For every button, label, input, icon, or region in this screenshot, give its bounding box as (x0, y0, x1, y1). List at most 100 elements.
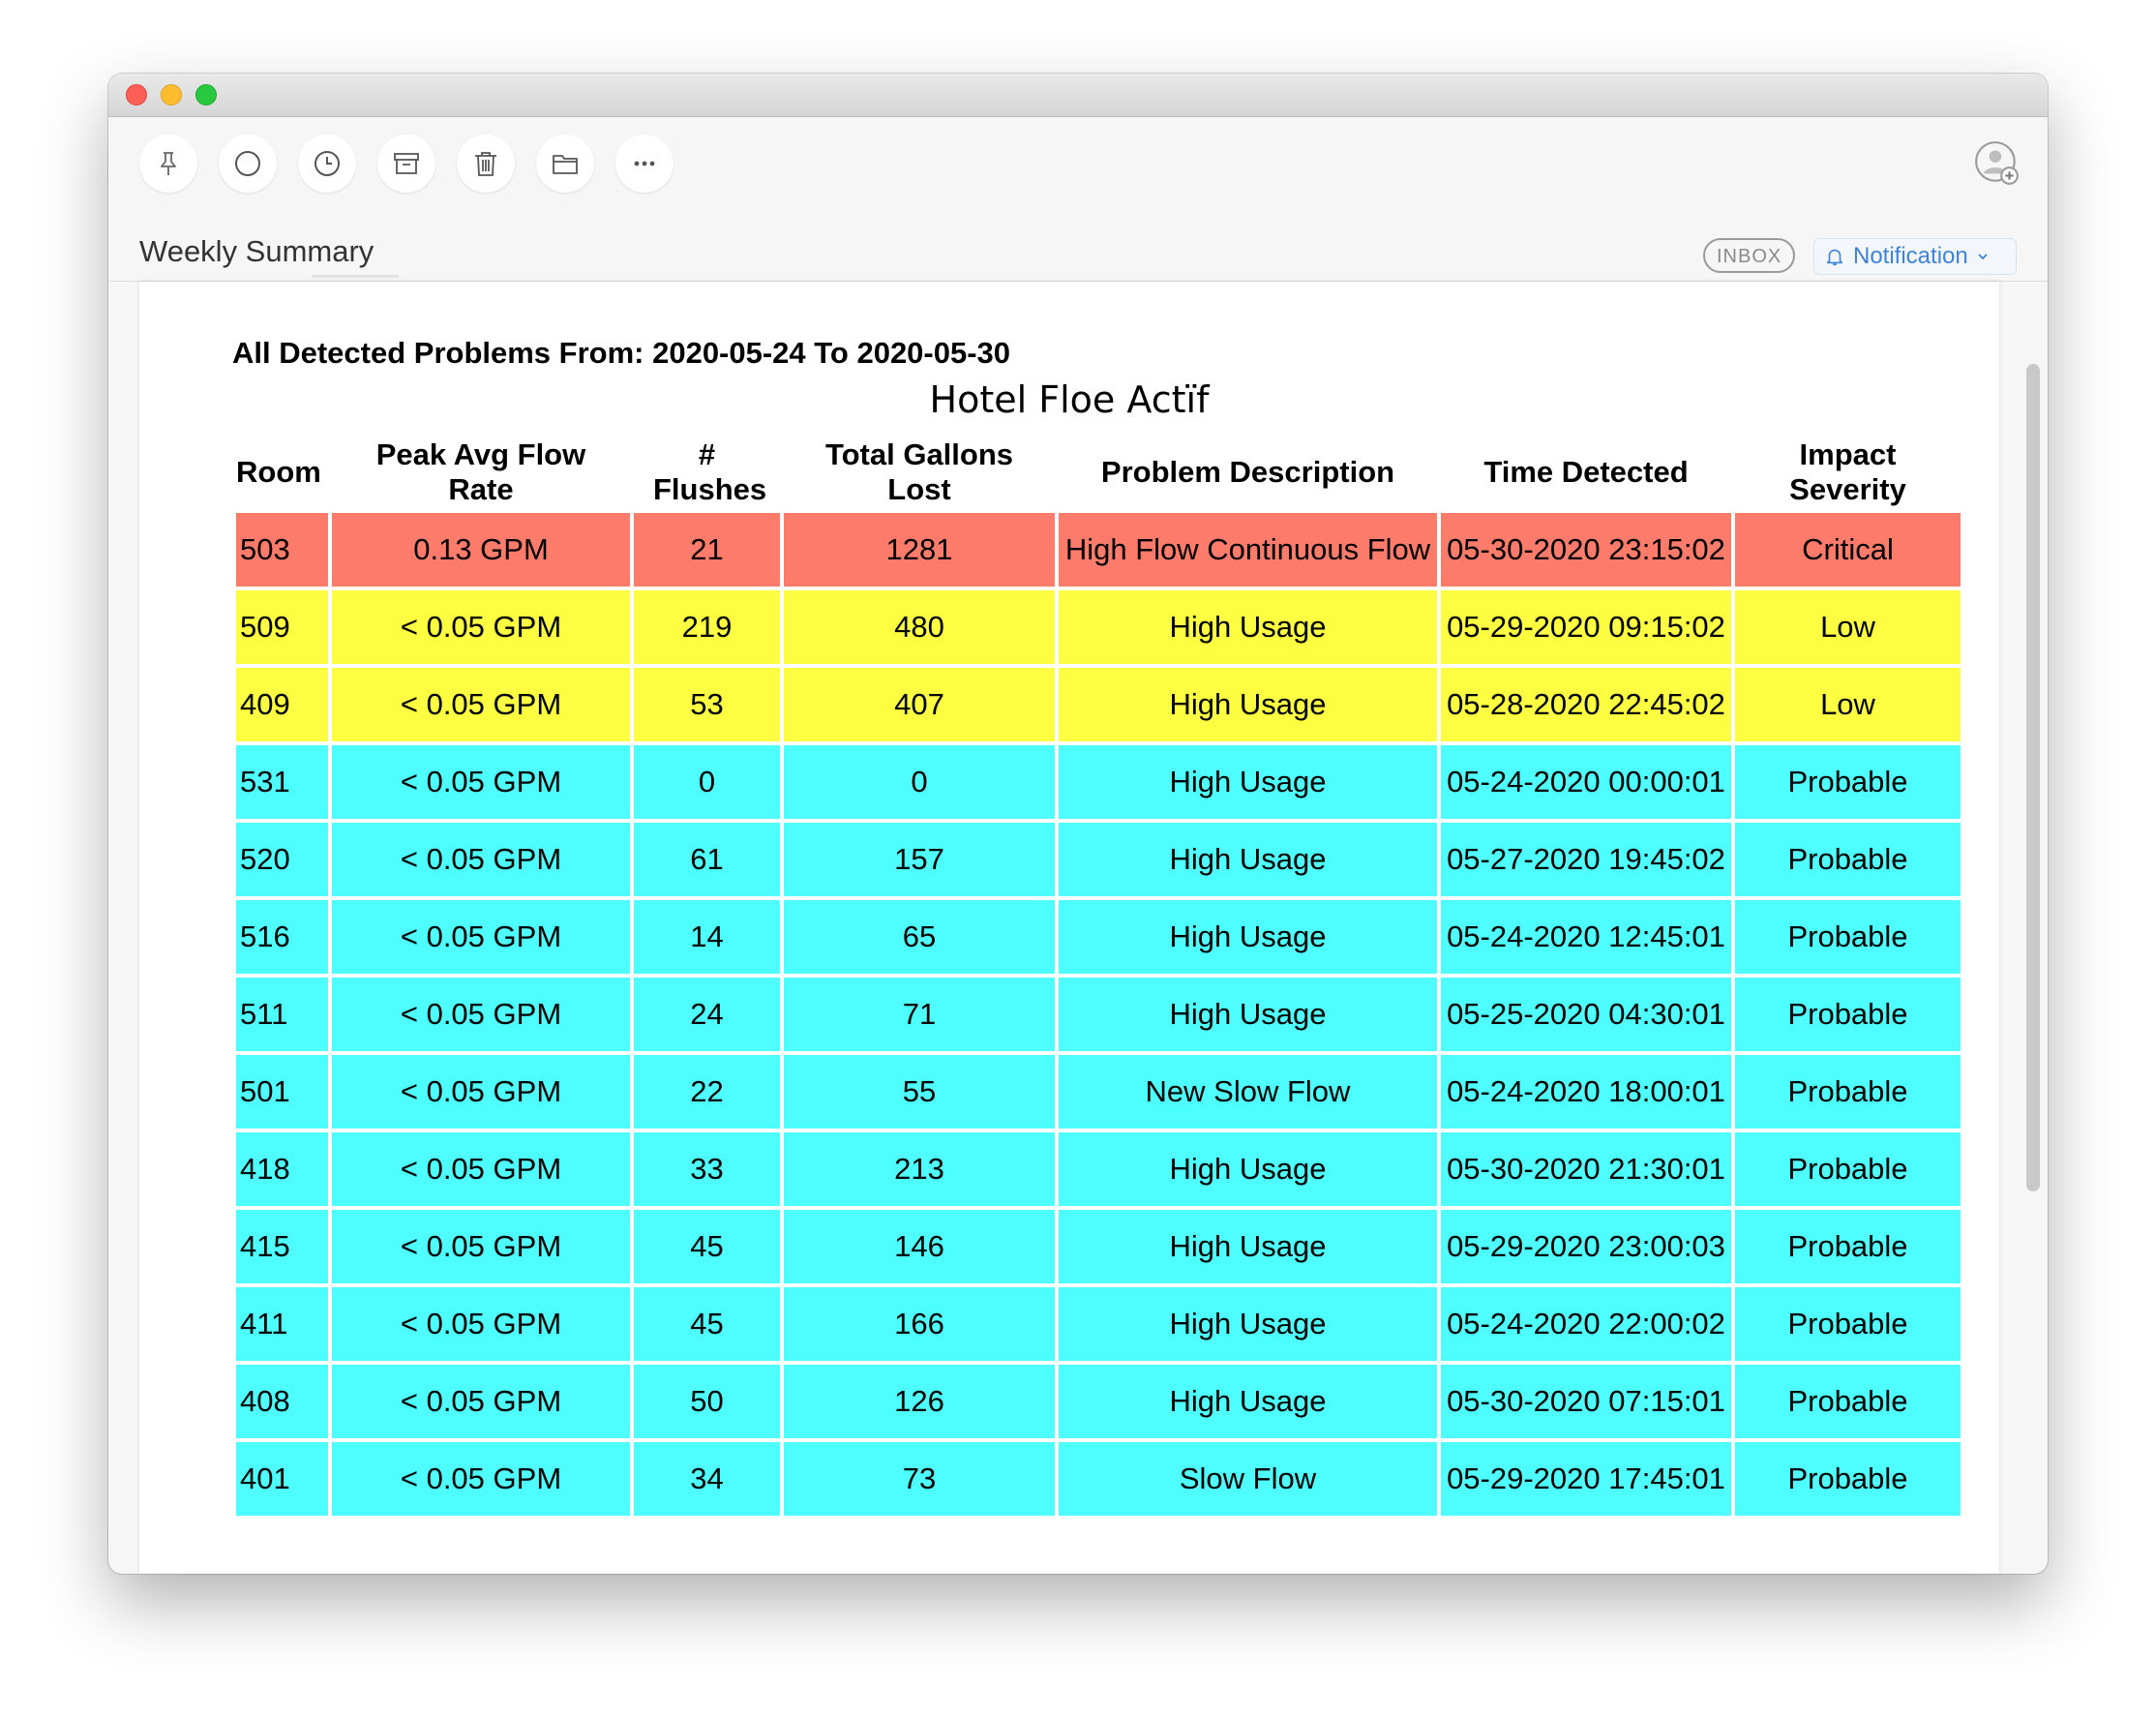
cell-time-detected: 05-29-2020 09:15:02 (1441, 590, 1731, 664)
cell-flushes: 33 (634, 1132, 780, 1206)
cell-flow-rate: < 0.05 GPM (332, 1055, 630, 1129)
minimize-window-button[interactable] (161, 84, 182, 105)
cell-gallons-lost: 65 (784, 900, 1055, 974)
cell-time-detected: 05-29-2020 17:45:01 (1441, 1442, 1731, 1516)
table-row: 531 < 0.05 GPM 0 0 High Usage 05-24-2020 00:0… (236, 745, 1961, 819)
cell-time-detected: 05-29-2020 23:00:03 (1441, 1210, 1731, 1283)
cell-room: 411 (236, 1287, 328, 1361)
report-heading: All Detected Problems From: 2020-05-24 T… (232, 336, 1011, 370)
table-row: 503 0.13 GPM 21 1281 High Flow Continuous Fl… (236, 513, 1961, 587)
cell-gallons-lost: 480 (784, 590, 1055, 664)
cell-problem-description: High Usage (1059, 978, 1437, 1051)
add-contact-icon (1975, 141, 2019, 185)
cell-problem-description: High Flow Continuous Flow (1059, 513, 1437, 587)
cell-time-detected: 05-28-2020 22:45:02 (1441, 668, 1731, 741)
table-row: 418 < 0.05 GPM 33 213 High Usage 05-30-2020 2… (236, 1132, 1961, 1206)
cell-flow-rate: < 0.05 GPM (332, 668, 630, 741)
vertical-scrollbar[interactable] (2026, 364, 2040, 1191)
zoom-window-button[interactable] (195, 84, 217, 105)
cell-problem-description: High Usage (1059, 1365, 1437, 1438)
inbox-badge[interactable]: INBOX (1703, 238, 1796, 273)
title-bar (108, 74, 2048, 117)
cell-gallons-lost: 146 (784, 1210, 1055, 1283)
cell-flushes: 22 (634, 1055, 780, 1129)
cell-impact-severity: Low (1735, 590, 1961, 664)
cell-flushes: 14 (634, 900, 780, 974)
cell-problem-description: High Usage (1059, 1287, 1437, 1361)
pin-button[interactable] (139, 135, 197, 193)
cell-time-detected: 05-24-2020 12:45:01 (1441, 900, 1731, 974)
cell-flow-rate: < 0.05 GPM (332, 1287, 630, 1361)
cell-gallons-lost: 73 (784, 1442, 1055, 1516)
column-header-flushes: # Flushes (653, 437, 767, 506)
trash-icon (475, 152, 496, 176)
cell-flushes: 219 (634, 590, 780, 664)
table-row: 415 < 0.05 GPM 45 146 High Usage 05-29-2020 2… (236, 1210, 1961, 1283)
cell-flow-rate: < 0.05 GPM (332, 1442, 630, 1516)
folder-icon (553, 155, 578, 174)
message-header: Weekly Summary INBOX Notification (108, 197, 2048, 282)
cell-flushes: 53 (634, 668, 780, 741)
cell-time-detected: 05-24-2020 00:00:01 (1441, 745, 1731, 819)
cell-impact-severity: Probable (1735, 823, 1961, 896)
cell-room: 509 (236, 590, 328, 664)
notification-button[interactable]: Notification (1813, 238, 2017, 275)
table-row: 401 < 0.05 GPM 34 73 Slow Flow 05-29-2020 17:… (236, 1442, 1961, 1516)
cell-problem-description: High Usage (1059, 590, 1437, 664)
more-actions-button[interactable] (615, 135, 674, 193)
archive-button[interactable] (377, 135, 435, 193)
cell-impact-severity: Probable (1735, 1287, 1961, 1361)
close-window-button[interactable] (126, 84, 147, 105)
add-contact-button[interactable] (1970, 136, 2024, 191)
cell-room: 511 (236, 978, 328, 1051)
cell-flow-rate: < 0.05 GPM (332, 1210, 630, 1283)
more-icon (634, 161, 655, 166)
problems-table: Room Peak Avg Flow Rate # Flushes Total … (232, 432, 1964, 1520)
cell-time-detected: 05-30-2020 21:30:01 (1441, 1132, 1731, 1206)
cell-room: 503 (236, 513, 328, 587)
cell-time-detected: 05-30-2020 23:15:02 (1441, 513, 1731, 587)
cell-time-detected: 05-24-2020 18:00:01 (1441, 1055, 1731, 1129)
delete-button[interactable] (457, 135, 515, 193)
column-header-severity: Impact Severity (1789, 437, 1906, 506)
cell-flushes: 34 (634, 1442, 780, 1516)
message-body: All Detected Problems From: 2020-05-24 T… (139, 282, 1999, 1574)
move-to-folder-button[interactable] (536, 135, 594, 193)
cell-impact-severity: Probable (1735, 978, 1961, 1051)
cell-gallons-lost: 55 (784, 1055, 1055, 1129)
cell-flushes: 61 (634, 823, 780, 896)
cell-impact-severity: Probable (1735, 1442, 1961, 1516)
cell-room: 516 (236, 900, 328, 974)
cell-flow-rate: < 0.05 GPM (332, 1132, 630, 1206)
cell-time-detected: 05-27-2020 19:45:02 (1441, 823, 1731, 896)
clock-icon (314, 151, 340, 176)
message-subject: Weekly Summary (139, 234, 374, 268)
cell-flushes: 24 (634, 978, 780, 1051)
cell-gallons-lost: 71 (784, 978, 1055, 1051)
hotel-name: Hotel Floe Actïf (929, 378, 1210, 421)
column-header-flow-rate: Peak Avg Flow Rate (375, 437, 586, 506)
pin-icon (161, 152, 176, 175)
snooze-button[interactable] (298, 135, 356, 193)
mark-read-button[interactable] (219, 135, 277, 193)
archive-icon (394, 153, 419, 174)
column-header-gallons-lost: Total Gallons Lost (824, 437, 1014, 506)
cell-flow-rate: < 0.05 GPM (332, 900, 630, 974)
cell-room: 531 (236, 745, 328, 819)
cell-time-detected: 05-24-2020 22:00:02 (1441, 1287, 1731, 1361)
cell-flushes: 50 (634, 1365, 780, 1438)
cell-flow-rate: < 0.05 GPM (332, 590, 630, 664)
cell-room: 418 (236, 1132, 328, 1206)
problems-table-body: 503 0.13 GPM 21 1281 High Flow Continuous Fl… (236, 513, 1961, 1516)
subject-underline (312, 275, 399, 278)
cell-flushes: 0 (634, 745, 780, 819)
cell-time-detected: 05-25-2020 04:30:01 (1441, 978, 1731, 1051)
cell-gallons-lost: 407 (784, 668, 1055, 741)
cell-impact-severity: Probable (1735, 1132, 1961, 1206)
cell-impact-severity: Critical (1735, 513, 1961, 587)
cell-problem-description: Slow Flow (1059, 1442, 1437, 1516)
column-header-problem: Problem Description (1100, 455, 1395, 489)
cell-flow-rate: < 0.05 GPM (332, 1365, 630, 1438)
cell-problem-description: New Slow Flow (1059, 1055, 1437, 1129)
cell-impact-severity: Probable (1735, 1365, 1961, 1438)
